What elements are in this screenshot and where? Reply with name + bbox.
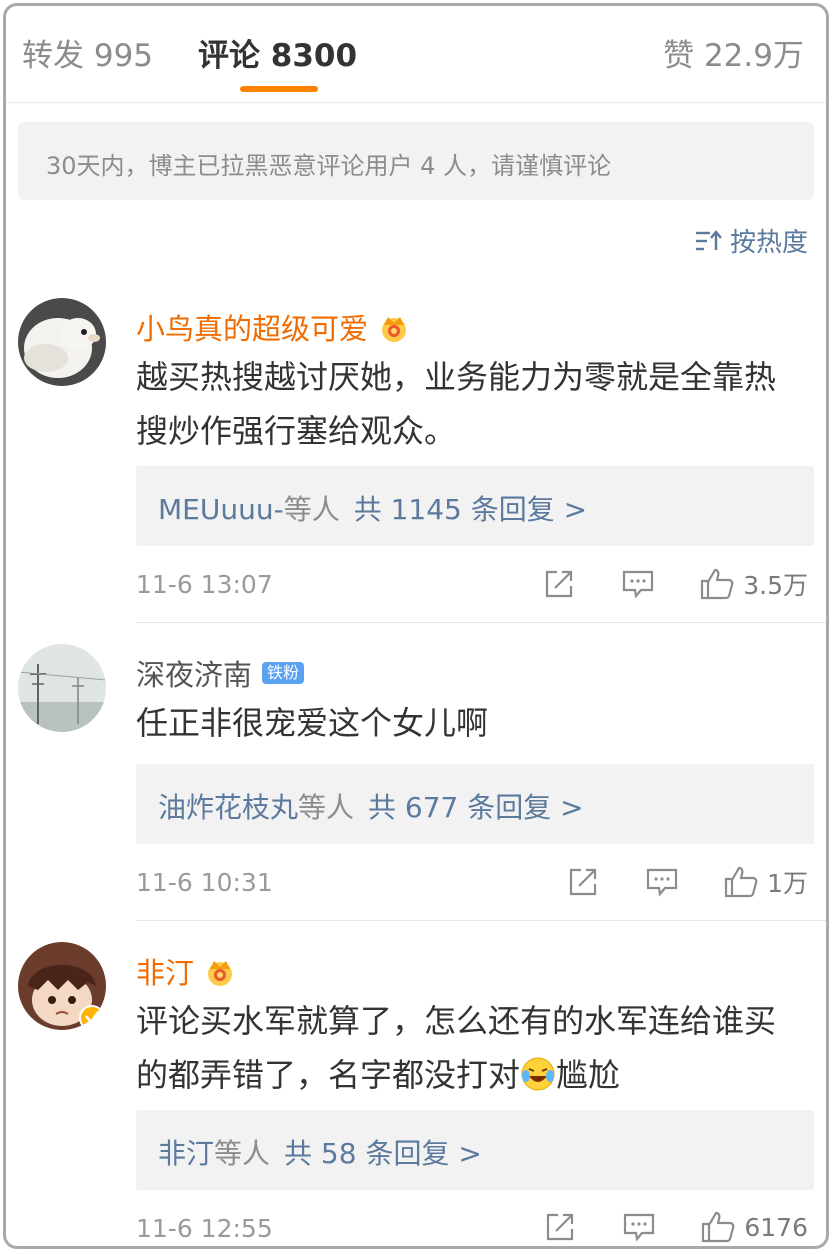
divider [136,920,826,921]
comment-text: 越买热搜越讨厌她，业务能力为零就是全靠热搜炒作强行塞给观众。 [136,358,777,450]
fan-badge: 铁粉 [262,662,305,684]
reply-summary[interactable]: MEUuuu-等人共 1145 条回复 > [136,466,814,546]
sort-label: 按热度 [729,228,808,258]
reply-names: 非汀 [158,1137,215,1170]
username-text: 非汀 [136,956,195,990]
reply-suffix: 等人 [298,791,355,824]
thumbs-up-icon [724,866,758,898]
reply-summary-line: MEUuuu-等人共 1145 条回复 > [158,488,587,528]
reply-summary-line: 油炸花枝丸等人共 677 条回复 > [158,786,584,826]
moderation-notice: 30天内，博主已拉黑恶意评论用户 4 人，请谨慎评论 [18,122,814,200]
tab-repost[interactable]: 转发 995 [22,30,153,75]
like-button[interactable]: 3.5万 [699,566,808,602]
comment-text: 评论买水军就算了，怎么还有的水军连给谁买的都弄错了，名字都没打对 尴尬 [136,994,806,1102]
share-icon [546,570,573,598]
reply-summary[interactable]: 油炸花枝丸等人共 677 条回复 > [136,764,814,844]
share-icon [569,868,597,896]
comment-icon [624,1213,655,1242]
reply-total: 共 677 条回复 > [368,791,584,824]
reply-button[interactable] [621,568,655,600]
avatar[interactable] [18,644,106,732]
laughing-crying-emoji-icon [521,1057,555,1091]
like-count: 6176 [744,1212,808,1242]
thumbs-up-icon [701,568,734,600]
reply-button[interactable] [622,1211,656,1243]
comment-time: 11-6 10:31 [136,868,273,897]
comment-text-part1: 评论买水军就算了，怎么还有的水军连给谁买的都弄错了，名字都没打对 [136,1002,777,1094]
share-button[interactable] [567,866,601,898]
crown-vip-icon [382,317,407,342]
sort-by-hot-button[interactable]: 按热度 [694,222,808,259]
comment-icon [623,570,654,599]
like-button[interactable]: 6176 [700,1210,808,1244]
reply-summary[interactable]: 非汀等人共 58 条回复 > [136,1110,814,1190]
reply-summary-line: 非汀等人共 58 条回复 > [158,1132,482,1172]
divider [136,622,826,623]
tab-comment[interactable]: 评论 8300 [198,30,357,75]
reply-names: MEUuuu- [158,493,284,526]
crown-vip-icon [208,961,233,986]
comment-username[interactable]: 小鸟真的超级可爱 [136,306,410,348]
like-button[interactable]: 1万 [723,864,808,900]
avatar[interactable] [18,942,106,1030]
like-count: 1万 [767,869,808,898]
comment-actions: 1万 [567,864,808,900]
like-count: 3.5万 [743,571,808,600]
share-button[interactable] [544,1211,578,1243]
comment-icon [646,868,678,897]
reply-button[interactable] [645,866,679,898]
share-icon [547,1213,574,1241]
comment-username[interactable]: 非汀 [136,950,236,992]
comment-meta: 11-6 13:07 3.5万 [136,566,808,606]
reply-suffix: 等人 [214,1137,271,1170]
thumbs-up-icon [702,1211,735,1243]
tab-bar: 转发 995 评论 8300 赞 22.9万 [6,6,826,103]
comment-time: 11-6 12:55 [136,1214,273,1243]
username-text: 小鸟真的超级可爱 [136,312,369,346]
comment-text-part2: 尴尬 [556,1056,621,1094]
share-button[interactable] [543,568,577,600]
comment-meta: 11-6 12:55 6176 [136,1210,808,1246]
notice-text: 30天内，博主已拉黑恶意评论用户 4 人，请谨慎评论 [46,152,612,180]
tab-likes[interactable]: 赞 22.9万 [663,30,804,75]
comment-actions: 3.5万 [543,566,808,602]
comment-time: 11-6 13:07 [136,570,273,599]
active-tab-indicator [240,86,318,92]
sort-icon [695,229,722,250]
comment-username[interactable]: 深夜济南 铁粉 [136,652,305,694]
reply-total: 共 1145 条回复 > [353,493,588,526]
comment-text: 任正非很宠爱这个女儿啊 [136,704,489,742]
reply-total: 共 58 条回复 > [284,1137,482,1170]
reply-suffix: 等人 [283,493,340,526]
avatar[interactable] [18,298,106,386]
comment-panel: 转发 995 评论 8300 赞 22.9万 30天内，博主已拉黑恶意评论用户 … [3,3,829,1249]
reply-names: 油炸花枝丸 [158,791,299,824]
comment-meta: 11-6 10:31 1万 [136,864,808,904]
username-text: 深夜济南 [136,658,253,692]
comment-actions: 6176 [544,1210,808,1244]
